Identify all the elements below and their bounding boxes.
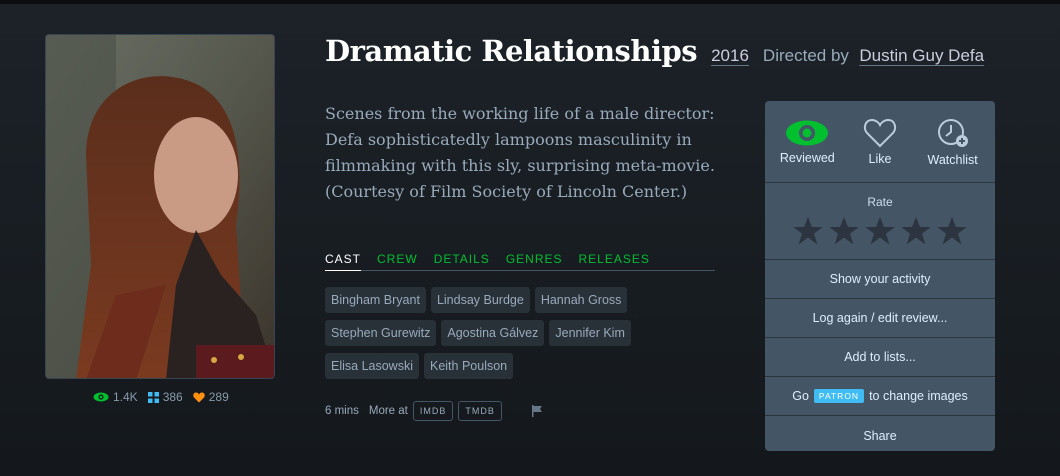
cast-member[interactable]: Keith Poulson	[423, 353, 514, 379]
watched-count: 1.4K	[113, 390, 138, 404]
change-images-button[interactable]: Go PATRON to change images	[765, 377, 995, 416]
star-icon[interactable]	[899, 215, 933, 247]
rate-section: Rate	[765, 183, 995, 260]
log-again-button[interactable]: Log again / edit review...	[765, 299, 995, 338]
log-again-label: Log again / edit review...	[812, 311, 948, 325]
add-to-lists-button[interactable]: Add to lists...	[765, 338, 995, 377]
film-header: Dramatic Relationships 2016 Directed by …	[325, 34, 984, 68]
tmdb-button[interactable]: TMDB	[458, 401, 502, 421]
tab-releases[interactable]: RELEASES	[579, 250, 650, 270]
lists-count: 386	[162, 390, 183, 404]
lists-stat[interactable]: 386	[147, 390, 183, 404]
add-to-lists-label: Add to lists...	[844, 350, 916, 364]
poster-stats: 1.4K 386 289	[93, 390, 229, 404]
patron-badge[interactable]: PATRON	[813, 389, 865, 403]
cast-member[interactable]: Jennifer Kim	[549, 320, 631, 346]
eye-icon	[786, 120, 829, 145]
star-icon[interactable]	[935, 215, 969, 247]
tab-details[interactable]: DETAILS	[434, 250, 490, 270]
runtime: 6 mins	[325, 405, 359, 417]
go-label: Go	[792, 389, 809, 403]
cast-member[interactable]: Elisa Lasowski	[325, 353, 419, 379]
film-meta: 6 mins More at IMDB TMDB	[325, 401, 543, 421]
grid-icon	[147, 391, 159, 403]
watched-stat[interactable]: 1.4K	[93, 390, 138, 404]
tab-cast[interactable]: CAST	[325, 250, 362, 271]
eye-icon	[93, 392, 109, 402]
film-poster[interactable]	[45, 34, 275, 379]
like-label: Like	[868, 151, 892, 166]
show-activity-label: Show your activity	[829, 272, 931, 286]
rate-label: Rate	[867, 195, 893, 209]
like-button[interactable]: Like	[848, 118, 912, 166]
primary-actions: Reviewed Like Watchlist	[765, 101, 995, 183]
heart-icon	[193, 392, 205, 402]
likes-stat[interactable]: 289	[193, 390, 229, 404]
poster-image	[46, 35, 274, 378]
likes-count: 289	[208, 390, 229, 404]
heart-icon	[863, 118, 897, 147]
report-flag-icon[interactable]	[531, 405, 543, 417]
change-images-label: to change images	[869, 389, 968, 403]
director-link[interactable]: Dustin Guy Defa	[859, 46, 984, 65]
film-title: Dramatic Relationships	[325, 34, 698, 68]
film-synopsis: Scenes from the working life of a male d…	[325, 104, 715, 201]
cast-member[interactable]: Agostina Gálvez	[441, 320, 545, 346]
clock-plus-icon	[937, 118, 968, 147]
cast-member[interactable]: Lindsay Burdge	[430, 287, 530, 313]
share-button[interactable]: Share	[765, 416, 995, 451]
share-label: Share	[863, 428, 897, 443]
cast-member[interactable]: Bingham Bryant	[325, 287, 426, 313]
star-icon[interactable]	[863, 215, 897, 247]
directed-by-label: Directed by	[762, 46, 849, 65]
tab-genres[interactable]: GENRES	[506, 250, 563, 270]
imdb-button[interactable]: IMDB	[412, 401, 454, 421]
reviewed-button[interactable]: Reviewed	[775, 119, 839, 165]
watchlist-label: Watchlist	[927, 152, 978, 167]
reviewed-label: Reviewed	[779, 150, 835, 165]
show-activity-button[interactable]: Show your activity	[765, 260, 995, 299]
film-tabs: CAST CREW DETAILS GENRES RELEASES	[325, 250, 715, 271]
star-icon[interactable]	[827, 215, 861, 247]
tab-crew[interactable]: CREW	[377, 250, 418, 270]
watchlist-button[interactable]: Watchlist	[921, 117, 985, 167]
more-at-label: More at	[368, 405, 408, 417]
cast-list: Bingham Bryant Lindsay Burdge Hannah Gro…	[325, 287, 725, 379]
actions-panel: Reviewed Like Watchlist Rate Show your a…	[765, 101, 995, 451]
film-year-link[interactable]: 2016	[711, 46, 749, 66]
cast-member[interactable]: Hannah Gross	[534, 287, 628, 313]
cast-member[interactable]: Stephen Gurewitz	[325, 320, 437, 346]
rating-stars[interactable]	[791, 215, 969, 247]
star-icon[interactable]	[791, 215, 825, 247]
